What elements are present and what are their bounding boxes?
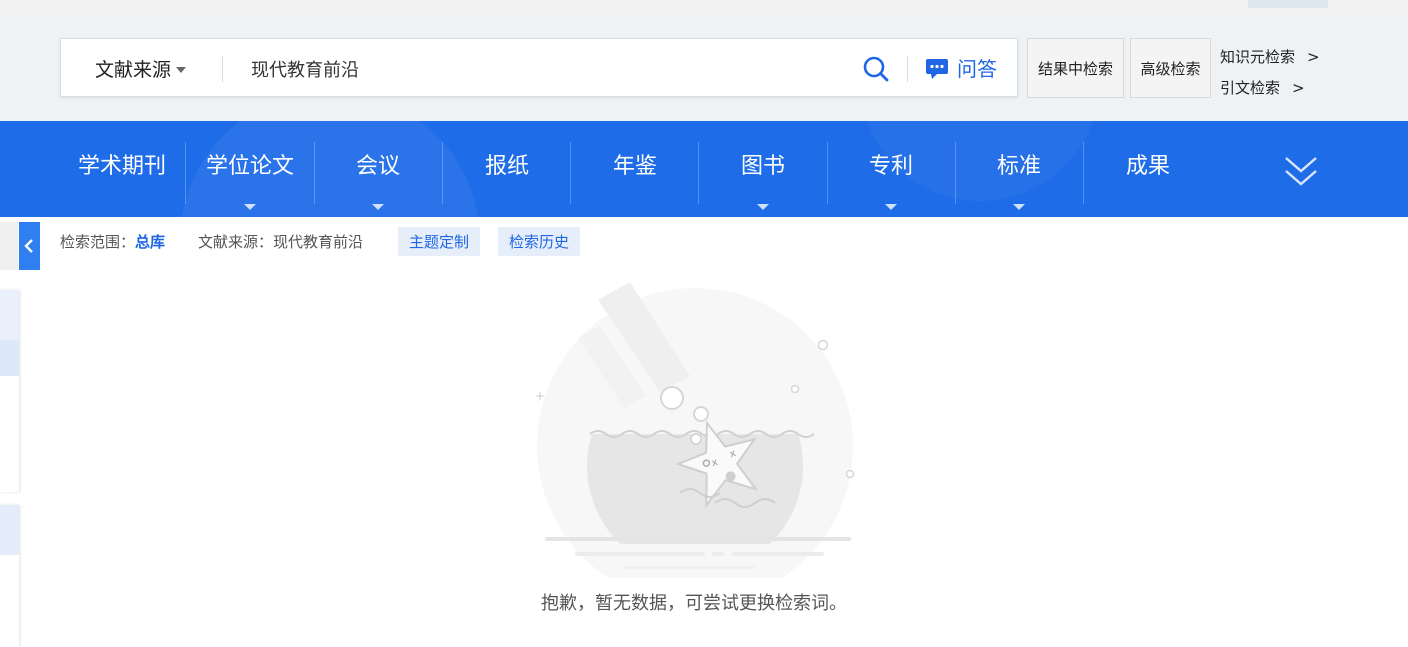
nav-item-label: 成果: [1125, 154, 1170, 179]
nav-item-achievements[interactable]: 成果: [1084, 121, 1212, 217]
chevron-right-icon: >: [1307, 48, 1320, 66]
nav-item-label: 学位论文: [205, 154, 294, 179]
top-strip: [0, 0, 1408, 18]
nav-item-label: 专利: [868, 154, 913, 179]
search-header: 文献来源 问答 结果中检索 高级检索 知识元检索 > 引文检索 >: [0, 18, 1408, 121]
search-box: 文献来源 问答: [60, 38, 1018, 97]
filter-panel-header: [0, 290, 19, 340]
panel-collapse-button[interactable]: [19, 222, 40, 270]
knowledge-search-link[interactable]: 知识元检索 >: [1220, 46, 1320, 67]
expand-more-icon[interactable]: [1283, 155, 1319, 189]
nav-item-label: 标准: [996, 154, 1041, 179]
search-icon[interactable]: [862, 55, 890, 83]
source-select-label: 文献来源: [95, 59, 172, 81]
nav-item-conferences[interactable]: 会议: [314, 121, 442, 217]
nav-item-label: 会议: [355, 154, 400, 179]
caret-down-icon: [1013, 204, 1025, 210]
nav-item-standards[interactable]: 标准: [955, 121, 1083, 217]
source-select[interactable]: 文献来源: [95, 39, 187, 96]
scope-source-label: 文献来源：: [198, 233, 274, 251]
empty-state-message: 抱歉，暂无数据，可尝试更换检索词。: [541, 593, 847, 614]
caret-down-icon: [372, 204, 384, 210]
filter-panel-row: [0, 340, 19, 376]
nav-item-books[interactable]: 图书: [699, 121, 827, 217]
citation-search-link[interactable]: 引文检索 >: [1220, 77, 1305, 98]
search-within-button[interactable]: 结果中检索: [1027, 38, 1124, 98]
chat-bubble-icon: [926, 59, 948, 79]
search-scope: 检索范围：总库: [60, 226, 165, 256]
nav-item-theses[interactable]: 学位论文: [186, 121, 314, 217]
chevron-left-icon: [24, 239, 33, 253]
topic-custom-button[interactable]: 主题定制: [398, 227, 481, 256]
top-strip-chip: [1248, 0, 1328, 8]
nav-item-label: 年鉴: [612, 154, 657, 179]
advanced-search-button[interactable]: 高级检索: [1130, 38, 1211, 98]
citation-search-label: 引文检索: [1220, 79, 1281, 97]
left-filter-panel: [0, 290, 19, 492]
svg-text:+: +: [535, 389, 545, 403]
scope-source-value: 现代教育前沿: [273, 233, 364, 251]
scope-range-value[interactable]: 总库: [135, 233, 165, 251]
left-panel-top: [0, 222, 18, 270]
knowledge-search-label: 知识元检索: [1220, 48, 1296, 66]
nav-item-journals[interactable]: 学术期刊: [58, 121, 186, 217]
scope-range-label: 检索范围：: [60, 233, 136, 251]
nav-item-label: 学术期刊: [77, 154, 166, 179]
empty-state-illustration: + x x: [535, 282, 855, 578]
search-history-button[interactable]: 检索历史: [498, 227, 581, 256]
nav-item-patents[interactable]: 专利: [827, 121, 955, 217]
search-source: 文献来源：现代教育前沿: [198, 226, 363, 256]
divider: [222, 56, 223, 82]
search-input[interactable]: [249, 51, 833, 87]
left-filter-panel: [0, 505, 19, 647]
nav-item-newspapers[interactable]: 报纸: [443, 121, 571, 217]
caret-down-icon: [176, 67, 187, 73]
qa-label: 问答: [957, 57, 997, 81]
divider: [907, 56, 908, 82]
nav-item-label: 报纸: [484, 154, 529, 179]
nav-item-label: 图书: [740, 154, 785, 179]
caret-down-icon: [757, 204, 769, 210]
qa-button[interactable]: 问答: [925, 39, 997, 96]
nav-item-yearbooks[interactable]: 年鉴: [571, 121, 699, 217]
category-nav: 学术期刊 学位论文 会议 报纸 年鉴 图书 专利 标准 成果: [0, 121, 1408, 217]
caret-down-icon: [885, 204, 897, 210]
caret-down-icon: [244, 204, 256, 210]
chevron-right-icon: >: [1292, 79, 1305, 97]
filter-panel-header: [0, 505, 19, 555]
